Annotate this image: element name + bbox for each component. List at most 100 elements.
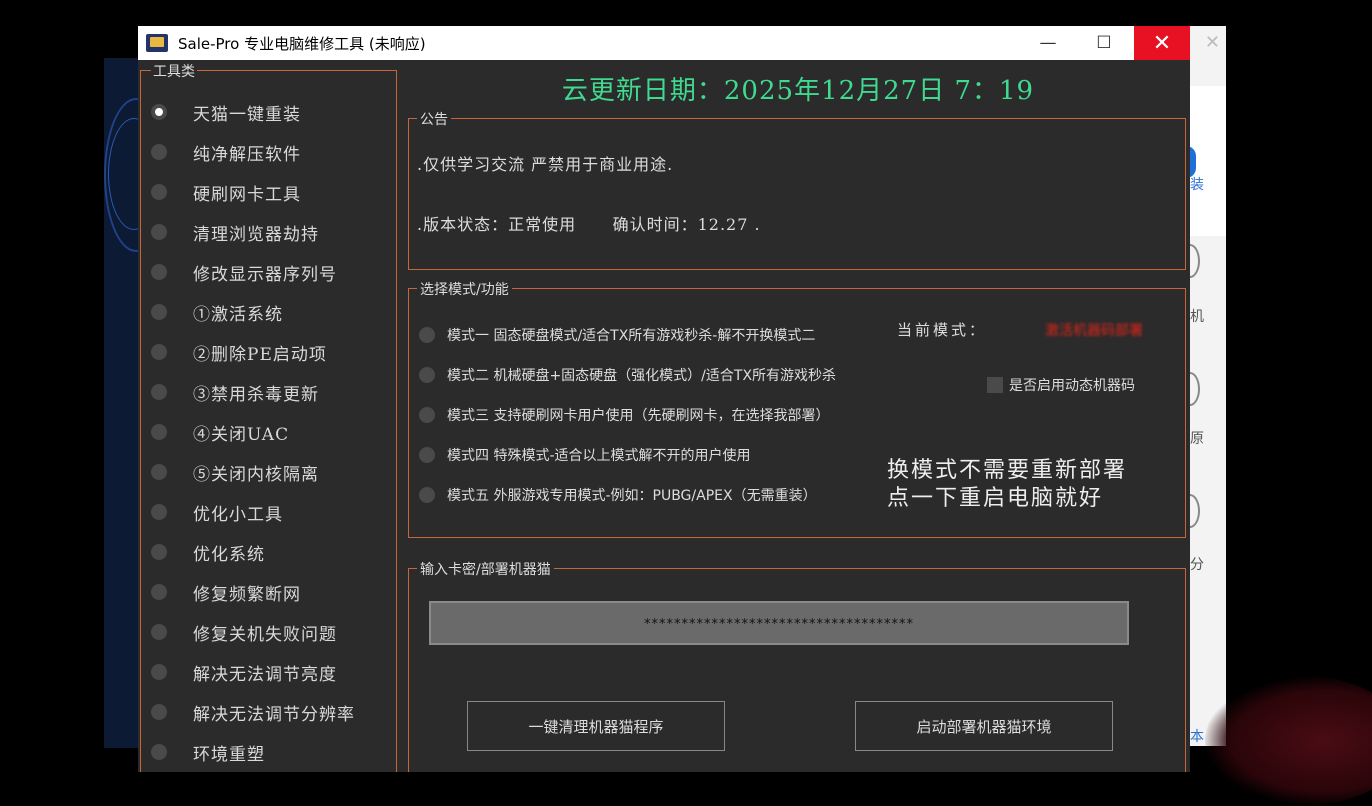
- mode-option-label: 模式三 支持硬刷网卡用户使用（先硬刷网卡，在选择我部署）: [447, 408, 830, 424]
- radio-button[interactable]: [151, 264, 167, 280]
- radio-button[interactable]: [151, 664, 167, 680]
- background-text: 机: [1190, 309, 1204, 325]
- tool-item-label: 解决无法调节分辨率: [193, 704, 355, 725]
- tool-item[interactable]: 修复频繁断网: [151, 580, 301, 605]
- tool-item-label: 解决无法调节亮度: [193, 664, 337, 685]
- clean-program-button[interactable]: 一键清理机器猫程序: [467, 701, 725, 751]
- mode-option-label: 模式四 特殊模式-适合以上模式解不开的用户使用: [447, 448, 751, 464]
- tool-item[interactable]: ④关闭UAC: [151, 420, 290, 445]
- tool-item-label: ④关闭UAC: [193, 424, 290, 445]
- background-desktop-strip: [104, 58, 168, 748]
- radio-button[interactable]: [151, 704, 167, 720]
- close-button[interactable]: ✕: [1134, 26, 1190, 60]
- window-title: Sale-Pro 专业电脑维修工具 (未响应): [178, 35, 426, 53]
- announcement-group: 公告 .仅供学习交流 严禁用于商业用途. .版本状态：正常使用 确认时间：12.…: [408, 109, 1186, 270]
- tool-item[interactable]: 硬刷网卡工具: [151, 180, 301, 205]
- tool-item-label: 天猫一键重装: [193, 104, 301, 125]
- radio-button[interactable]: [419, 367, 435, 383]
- tool-item-label: 修改显示器序列号: [193, 264, 337, 285]
- tool-item[interactable]: 优化系统: [151, 540, 265, 565]
- version-status-line: .版本状态：正常使用 确认时间：12.27 .: [417, 215, 761, 234]
- tool-item[interactable]: 修改显示器序列号: [151, 260, 337, 285]
- radio-button[interactable]: [151, 504, 167, 520]
- tools-group: 工具类 天猫一键重装 纯净解压软件硬刷网卡工具清理浏览器劫持 修改显示器序列号 ①激活…: [140, 61, 397, 772]
- checkbox-box[interactable]: [987, 377, 1003, 393]
- tool-item-label: ①激活系统: [193, 304, 283, 325]
- radio-button[interactable]: [419, 327, 435, 343]
- radio-button[interactable]: [151, 304, 167, 320]
- tool-item[interactable]: ⑤关闭内核隔离: [151, 460, 319, 485]
- tool-item-label: 修复关机失败问题: [193, 624, 337, 645]
- radio-button[interactable]: [151, 584, 167, 600]
- card-key-input[interactable]: ************************************: [429, 601, 1129, 645]
- app-logo-icon: [146, 34, 168, 52]
- current-mode-value: 激活机器码部署: [1045, 323, 1143, 339]
- mode-option-label: 模式二 机械硬盘+固态硬盘（强化模式）/适合TX所有游戏秒杀: [447, 368, 837, 384]
- tool-item-label: 修复频繁断网: [193, 584, 301, 605]
- radio-button[interactable]: [151, 424, 167, 440]
- tool-item[interactable]: 纯净解压软件: [151, 140, 301, 165]
- maximize-button[interactable]: ☐: [1076, 26, 1132, 60]
- tool-item-label: 纯净解压软件: [193, 144, 301, 165]
- background-text: 分: [1190, 557, 1204, 573]
- radio-button[interactable]: [151, 384, 167, 400]
- radio-button[interactable]: [419, 447, 435, 463]
- mode-option[interactable]: 模式一 固态硬盘模式/适合TX所有游戏秒杀-解不开换模式二: [419, 323, 815, 347]
- tool-item-label: 优化小工具: [193, 504, 283, 525]
- app-window: Sale-Pro 专业电脑维修工具 (未响应) — ☐ ✕ 工具类 天猫一键重装…: [138, 26, 1190, 772]
- mode-option[interactable]: 模式四 特殊模式-适合以上模式解不开的用户使用: [419, 443, 751, 467]
- background-window: ✕ 装 机 原 分 本: [1180, 26, 1226, 746]
- mode-note: 换模式不需要重新部署 点一下重启电脑就好: [887, 457, 1127, 513]
- mode-note-line: 换模式不需要重新部署: [887, 458, 1128, 483]
- deploy-environment-button[interactable]: 启动部署机器猫环境: [855, 701, 1113, 751]
- announcement-line: .仅供学习交流 严禁用于商业用途.: [417, 155, 674, 174]
- background-text: 原: [1190, 431, 1204, 447]
- tool-item[interactable]: ①激活系统: [151, 300, 283, 325]
- mode-option-label: 模式一 固态硬盘模式/适合TX所有游戏秒杀-解不开换模式二: [447, 328, 816, 344]
- radio-button[interactable]: [151, 464, 167, 480]
- dynamic-code-label: 是否启用动态机器码: [1009, 378, 1135, 394]
- background-text: 装: [1190, 177, 1204, 193]
- mode-group: 选择模式/功能 模式一 固态硬盘模式/适合TX所有游戏秒杀-解不开换模式二模式二…: [408, 279, 1186, 538]
- title-bar[interactable]: Sale-Pro 专业电脑维修工具 (未响应) — ☐ ✕: [138, 26, 1190, 60]
- tools-group-legend: 工具类: [151, 61, 197, 81]
- radio-button[interactable]: [419, 487, 435, 503]
- radio-button[interactable]: [151, 184, 167, 200]
- mode-option[interactable]: 模式三 支持硬刷网卡用户使用（先硬刷网卡，在选择我部署）: [419, 403, 829, 427]
- tool-item-label: 优化系统: [193, 544, 265, 565]
- radio-button[interactable]: [151, 104, 167, 120]
- minimize-button[interactable]: —: [1020, 26, 1076, 60]
- announcement-legend: 公告: [417, 109, 451, 129]
- tool-item[interactable]: 修复关机失败问题: [151, 620, 337, 645]
- mode-option[interactable]: 模式二 机械硬盘+固态硬盘（强化模式）/适合TX所有游戏秒杀: [419, 363, 836, 387]
- tool-item[interactable]: 环境重塑: [151, 740, 265, 765]
- key-group: 输入卡密/部署机器猫 *****************************…: [408, 559, 1186, 772]
- tool-item[interactable]: 优化小工具: [151, 500, 283, 525]
- tool-item[interactable]: ②删除PE启动项: [151, 340, 327, 365]
- radio-button[interactable]: [151, 744, 167, 760]
- background-close-icon: ✕: [1204, 32, 1220, 53]
- background-text: 本: [1190, 729, 1204, 745]
- tool-item-label: 清理浏览器劫持: [193, 224, 319, 245]
- mode-option-label: 模式五 外服游戏专用模式-例如：PUBG/APEX（无需重装）: [447, 488, 817, 504]
- radio-button[interactable]: [151, 544, 167, 560]
- radio-button[interactable]: [151, 224, 167, 240]
- radio-button[interactable]: [151, 344, 167, 360]
- tool-item-label: ②删除PE启动项: [193, 344, 327, 365]
- dynamic-code-checkbox[interactable]: 是否启用动态机器码: [987, 375, 1135, 395]
- key-group-legend: 输入卡密/部署机器猫: [417, 559, 554, 579]
- radio-button[interactable]: [419, 407, 435, 423]
- radio-button[interactable]: [151, 144, 167, 160]
- tool-item[interactable]: 解决无法调节亮度: [151, 660, 337, 685]
- tool-item-label: ③禁用杀毒更新: [193, 384, 319, 405]
- tool-item[interactable]: 清理浏览器劫持: [151, 220, 319, 245]
- mode-group-legend: 选择模式/功能: [417, 279, 512, 299]
- tool-item[interactable]: 天猫一键重装: [151, 100, 301, 125]
- current-mode-label: 当前模式：: [897, 321, 988, 339]
- tool-item[interactable]: 解决无法调节分辨率: [151, 700, 355, 725]
- mode-option[interactable]: 模式五 外服游戏专用模式-例如：PUBG/APEX（无需重装）: [419, 483, 817, 507]
- background-blur: [1205, 676, 1372, 806]
- tool-item[interactable]: ③禁用杀毒更新: [151, 380, 319, 405]
- radio-button[interactable]: [151, 624, 167, 640]
- tool-item-label: ⑤关闭内核隔离: [193, 464, 319, 485]
